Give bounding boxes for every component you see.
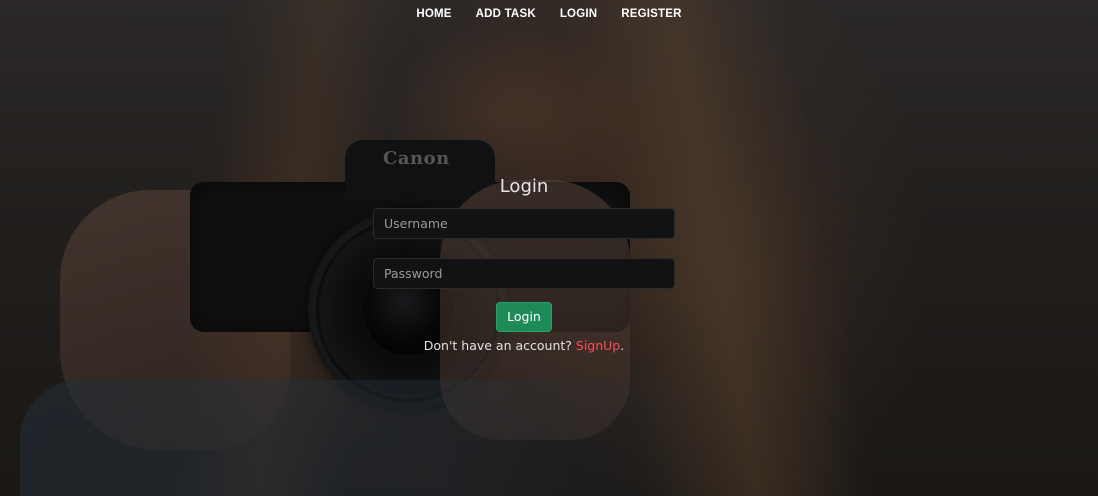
top-nav: HOME ADD TASK LOGIN REGISTER [0,0,1098,28]
nav-add-task-link[interactable]: ADD TASK [464,0,548,28]
page: Canon HOME ADD TASK LOGIN REGISTER Login… [0,0,1098,496]
login-title: Login [499,176,549,197]
nav-home-link[interactable]: HOME [404,0,463,28]
username-input[interactable] [373,208,675,239]
signup-prompt-suffix: . [620,338,625,353]
signup-prompt: Don't have an account? SignUp. [373,338,675,353]
login-form: Login Login Don't have an account? SignU… [373,174,675,353]
signup-link[interactable]: SignUp [576,338,620,353]
login-button[interactable]: Login [496,302,552,332]
signup-prompt-text: Don't have an account? [423,338,576,353]
nav-login-link[interactable]: LOGIN [548,0,609,28]
password-input[interactable] [373,258,675,289]
nav-register-link[interactable]: REGISTER [609,0,693,28]
